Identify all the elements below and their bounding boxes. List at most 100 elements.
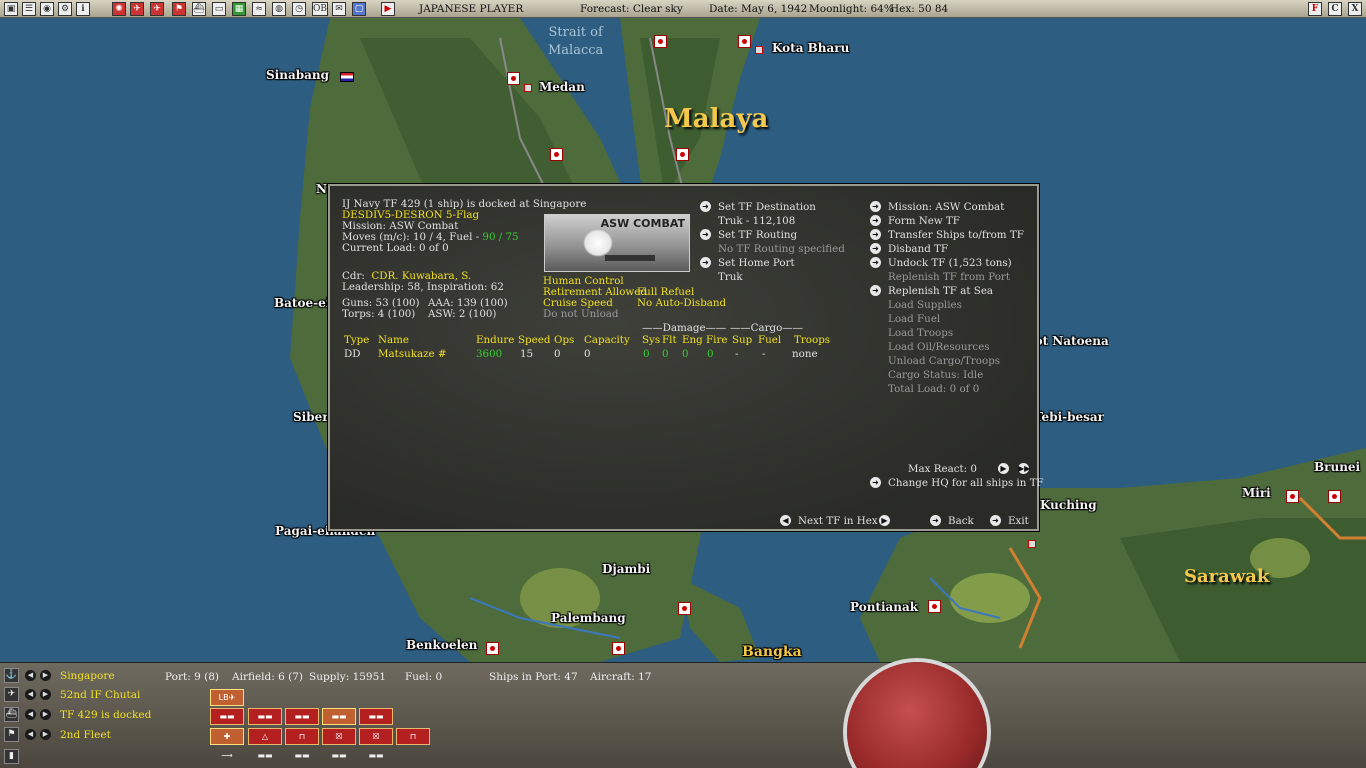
play-icon[interactable]: ▶ [381, 2, 395, 16]
col-sys[interactable]: Sys [642, 334, 660, 346]
prev-arrow-icon[interactable]: ◀ [25, 709, 36, 720]
prev-arrow-icon[interactable]: ◀ [25, 689, 36, 700]
base-marker[interactable] [678, 602, 691, 615]
window-icon[interactable]: ▢ [352, 2, 366, 16]
form-new-tf-button[interactable]: Form New TF [888, 215, 960, 227]
col-endure[interactable]: Endure [476, 334, 514, 346]
base-name[interactable]: Singapore [60, 670, 115, 682]
set-destination-button[interactable]: Set TF Destination [718, 201, 816, 213]
map-icon[interactable]: ▦ [232, 2, 246, 16]
ship-unit-button[interactable]: ▬▬ [322, 708, 356, 725]
aircraft-icon[interactable]: ✈ [150, 2, 164, 16]
arrow-right-icon[interactable]: ➜ [870, 285, 881, 296]
filter-icon[interactable]: ▬▬ [285, 748, 319, 765]
arrow-right-icon[interactable]: ➜ [870, 243, 881, 254]
air-icon[interactable]: ✈ [130, 2, 144, 16]
increase-react-icon[interactable]: ▶ [998, 463, 1009, 474]
next-arrow-icon[interactable]: ▶ [40, 689, 51, 700]
replenish-port-button[interactable]: Replenish TF from Port [888, 271, 1010, 283]
col-speed[interactable]: Speed [518, 334, 550, 346]
arrow-right-icon[interactable]: ➜ [870, 477, 881, 488]
land-based-air-button[interactable]: LB✈ [210, 689, 244, 706]
back-button[interactable]: Back [948, 515, 974, 527]
arrow-right-icon[interactable]: ➜ [870, 257, 881, 268]
col-type[interactable]: Type [344, 334, 369, 346]
arrow-right-icon[interactable]: ➜ [870, 229, 881, 240]
col-fuel[interactable]: Fuel [758, 334, 781, 346]
airgroup-name[interactable]: 52nd IF Chutai [60, 689, 140, 701]
filter-icon[interactable]: ⟶ [210, 748, 244, 765]
port-marker[interactable] [524, 84, 532, 92]
prev-arrow-icon[interactable]: ◀ [25, 670, 36, 681]
prev-tf-icon[interactable]: ◀ [780, 515, 791, 526]
database-icon[interactable]: ◉ [40, 2, 54, 16]
globe-icon[interactable]: ◍ [272, 2, 286, 16]
ship-unit-button[interactable]: ▬▬ [248, 708, 282, 725]
mission-button[interactable]: Mission: ASW Combat [888, 201, 1004, 213]
row-hq[interactable]: ⚑ ◀ ▶ 2nd Fleet [0, 727, 200, 745]
base-marker[interactable] [486, 642, 499, 655]
ob-button[interactable]: OB [312, 2, 328, 16]
col-troops[interactable]: Troops [794, 334, 830, 346]
col-flt[interactable]: Flt [662, 334, 677, 346]
base-marker[interactable] [507, 72, 520, 85]
load-fuel-button[interactable]: Load Fuel [888, 313, 940, 325]
base-marker[interactable] [550, 148, 563, 161]
base-marker[interactable] [654, 35, 667, 48]
base-marker[interactable] [612, 642, 625, 655]
disband-tf-button[interactable]: Disband TF [888, 243, 948, 255]
hq-unit-button[interactable]: ✚ [210, 728, 244, 745]
ship-unit-button[interactable]: ▬▬ [285, 708, 319, 725]
col-eng[interactable]: Eng [682, 334, 703, 346]
flag-icon[interactable]: ⚑ [172, 2, 186, 16]
f-button[interactable]: F [1308, 2, 1322, 16]
prev-arrow-icon[interactable]: ◀ [25, 729, 36, 740]
col-ops[interactable]: Ops [554, 334, 574, 346]
taskforce-name[interactable]: TF 429 is docked [60, 709, 151, 721]
col-name[interactable]: Name [378, 334, 409, 346]
dutch-flag-icon[interactable] [340, 72, 354, 82]
row-airgroup[interactable]: ✈ ◀ ▶ 52nd IF Chutai [0, 687, 200, 705]
chart-icon[interactable]: ▮ [4, 749, 19, 764]
options-icon[interactable]: ⚙ [58, 2, 72, 16]
col-sup[interactable]: Sup [732, 334, 752, 346]
save-icon[interactable]: ▣ [4, 2, 18, 16]
base-marker[interactable] [738, 35, 751, 48]
arrow-right-icon[interactable]: ➜ [870, 201, 881, 212]
next-arrow-icon[interactable]: ▶ [40, 670, 51, 681]
chat-icon[interactable]: ✉ [332, 2, 346, 16]
load-troops-button[interactable]: Load Troops [888, 327, 953, 339]
load-oil-button[interactable]: Load Oil/Resources [888, 341, 990, 353]
next-tf-in-hex-button[interactable]: Next TF in Hex [798, 515, 878, 527]
row-taskforce[interactable]: ⛴ ◀ ▶ TF 429 is docked [0, 707, 200, 725]
ground-unit-button[interactable]: ☒ [359, 728, 393, 745]
convoy-icon[interactable]: ≈ [252, 2, 266, 16]
port-marker[interactable] [1028, 540, 1036, 548]
info-icon[interactable]: ℹ [76, 2, 90, 16]
undock-tf-button[interactable]: Undock TF (1,523 tons) [888, 257, 1012, 269]
ground-unit-button[interactable]: ⊓ [396, 728, 430, 745]
unload-cargo-button[interactable]: Unload Cargo/Troops [888, 355, 1000, 367]
col-capacity[interactable]: Capacity [584, 334, 630, 346]
filter-icon[interactable]: ▬▬ [322, 748, 356, 765]
ship-icon[interactable]: ⛴ [192, 2, 206, 16]
exit-button[interactable]: Exit [1008, 515, 1029, 527]
clock-icon[interactable]: ◷ [292, 2, 306, 16]
japan-flag-icon[interactable]: ✺ [112, 2, 126, 16]
arrow-right-icon[interactable]: ➜ [700, 201, 711, 212]
hq-name[interactable]: 2nd Fleet [60, 729, 111, 741]
transport-icon[interactable]: ▭ [212, 2, 226, 16]
filter-icon[interactable]: ▬▬ [359, 748, 393, 765]
ship-unit-button[interactable]: ▬▬ [359, 708, 393, 725]
report-icon[interactable]: ☰ [22, 2, 36, 16]
unload-toggle[interactable]: Do not Unload [543, 308, 619, 320]
col-fire[interactable]: Fire [706, 334, 727, 346]
set-routing-button[interactable]: Set TF Routing [718, 229, 797, 241]
ground-unit-button[interactable]: ⊓ [285, 728, 319, 745]
back-icon[interactable]: ➜ [930, 515, 941, 526]
arrow-right-icon[interactable]: ➜ [700, 229, 711, 240]
load-supplies-button[interactable]: Load Supplies [888, 299, 962, 311]
filter-icon[interactable]: ▬▬ [248, 748, 282, 765]
base-marker[interactable] [1286, 490, 1299, 503]
set-home-port-button[interactable]: Set Home Port [718, 257, 795, 269]
